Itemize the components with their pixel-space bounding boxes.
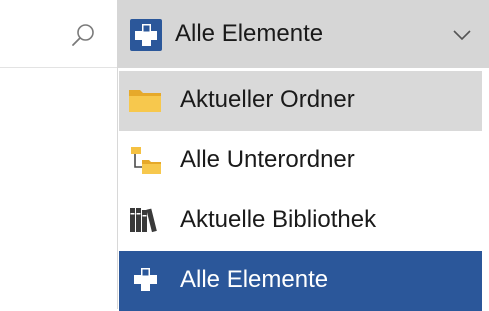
all-items-icon [134, 268, 157, 291]
option-current-library[interactable]: Aktuelle Bibliothek [119, 191, 482, 251]
folder-icon [129, 90, 161, 112]
all-items-icon [130, 19, 162, 51]
option-all-items[interactable]: Alle Elemente [119, 251, 482, 311]
search-scope-dropdown: Aktueller Ordner Alle Unterordner Aktuel… [117, 68, 489, 311]
option-label: Alle Unterordner [180, 146, 355, 173]
option-label: Aktuelle Bibliothek [180, 206, 377, 233]
search-icon[interactable] [70, 22, 96, 48]
option-all-subfolders[interactable]: Alle Unterordner [119, 131, 482, 191]
library-icon [130, 208, 157, 233]
subfolders-icon [131, 147, 161, 174]
option-label: Aktueller Ordner [180, 86, 355, 113]
search-input[interactable] [0, 0, 117, 68]
chevron-down-icon[interactable] [453, 29, 471, 41]
search-scope-label: Alle Elemente [175, 20, 324, 47]
search-scope-select[interactable]: Alle Elemente [117, 0, 489, 68]
option-label: Alle Elemente [180, 266, 329, 293]
option-current-folder[interactable]: Aktueller Ordner [119, 71, 482, 131]
